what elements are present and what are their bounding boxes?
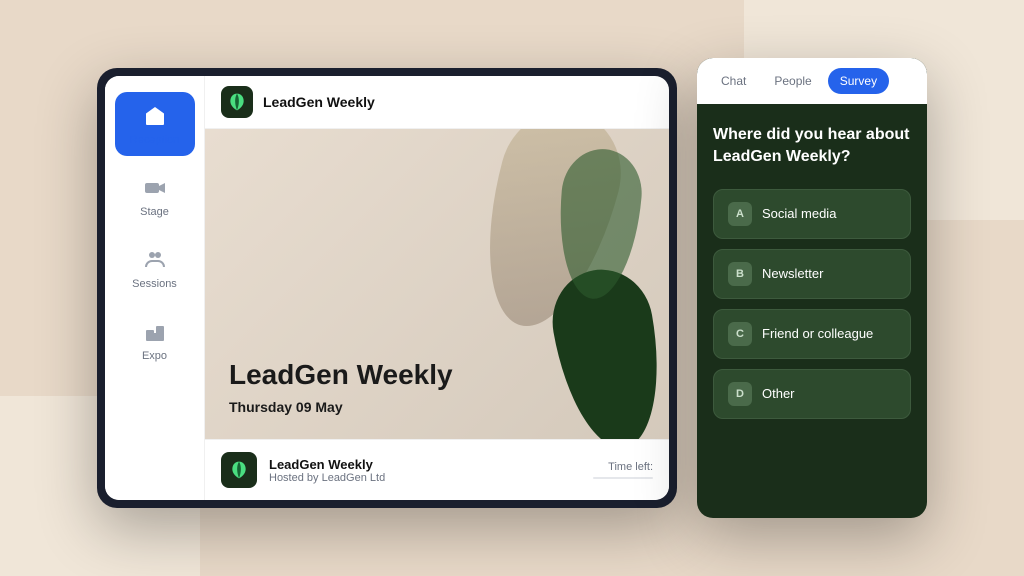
video-icon: [141, 174, 169, 202]
sessions-icon: [141, 246, 169, 274]
main-container: Reception Stage: [97, 58, 927, 518]
survey-tabs: Chat People Survey: [697, 58, 927, 104]
survey-content: Where did you hear about LeadGen Weekly?…: [697, 104, 927, 518]
sidebar-stage-label: Stage: [140, 206, 169, 218]
sidebar-item-expo[interactable]: Expo: [115, 308, 195, 372]
tablet-device: Reception Stage: [97, 68, 677, 508]
survey-option-b[interactable]: B Newsletter: [713, 249, 911, 299]
option-letter-c: C: [728, 322, 752, 346]
sidebar-item-reception[interactable]: Reception: [115, 92, 195, 156]
survey-option-a[interactable]: A Social media: [713, 189, 911, 239]
topbar: LeadGen Weekly: [205, 76, 669, 129]
time-left-label: Time left:: [608, 461, 653, 473]
home-icon: [141, 102, 169, 130]
time-left: Time left:: [593, 461, 653, 479]
option-text-c: Friend or colleague: [762, 326, 873, 341]
sidebar-sessions-label: Sessions: [132, 278, 177, 290]
option-letter-b: B: [728, 262, 752, 286]
event-info: LeadGen Weekly Hosted by LeadGen Ltd: [269, 457, 581, 484]
progress-bar: [593, 477, 653, 479]
option-text-b: Newsletter: [762, 266, 823, 281]
content-area: LeadGen Weekly LeadGen Weekly Thursday 0…: [205, 76, 669, 500]
tab-people[interactable]: People: [762, 68, 823, 94]
tab-chat[interactable]: Chat: [709, 68, 758, 94]
option-text-d: Other: [762, 386, 795, 401]
survey-panel: Chat People Survey Where did you hear ab…: [697, 58, 927, 518]
event-name: LeadGen Weekly: [269, 457, 581, 472]
app-logo: [221, 86, 253, 118]
sidebar: Reception Stage: [105, 76, 205, 500]
survey-option-c[interactable]: C Friend or colleague: [713, 309, 911, 359]
hero-text-block: LeadGen Weekly Thursday 09 May: [229, 360, 453, 415]
bottom-bar: LeadGen Weekly Hosted by LeadGen Ltd Tim…: [205, 439, 669, 500]
hero-section: LeadGen Weekly Thursday 09 May: [205, 129, 669, 439]
option-letter-d: D: [728, 382, 752, 406]
expo-icon: [141, 318, 169, 346]
sidebar-reception-label: Reception: [130, 134, 180, 146]
option-letter-a: A: [728, 202, 752, 226]
sidebar-item-stage[interactable]: Stage: [115, 164, 195, 228]
sidebar-expo-label: Expo: [142, 350, 167, 362]
event-host: Hosted by LeadGen Ltd: [269, 472, 581, 484]
hero-date: Thursday 09 May: [229, 399, 453, 415]
sidebar-item-sessions[interactable]: Sessions: [115, 236, 195, 300]
survey-option-d[interactable]: D Other: [713, 369, 911, 419]
option-text-a: Social media: [762, 206, 836, 221]
tablet-inner: Reception Stage: [105, 76, 669, 500]
event-logo: [221, 452, 257, 488]
app-title: LeadGen Weekly: [263, 94, 375, 110]
tab-survey[interactable]: Survey: [828, 68, 889, 94]
survey-question: Where did you hear about LeadGen Weekly?: [713, 124, 911, 169]
hero-title: LeadGen Weekly: [229, 360, 453, 391]
